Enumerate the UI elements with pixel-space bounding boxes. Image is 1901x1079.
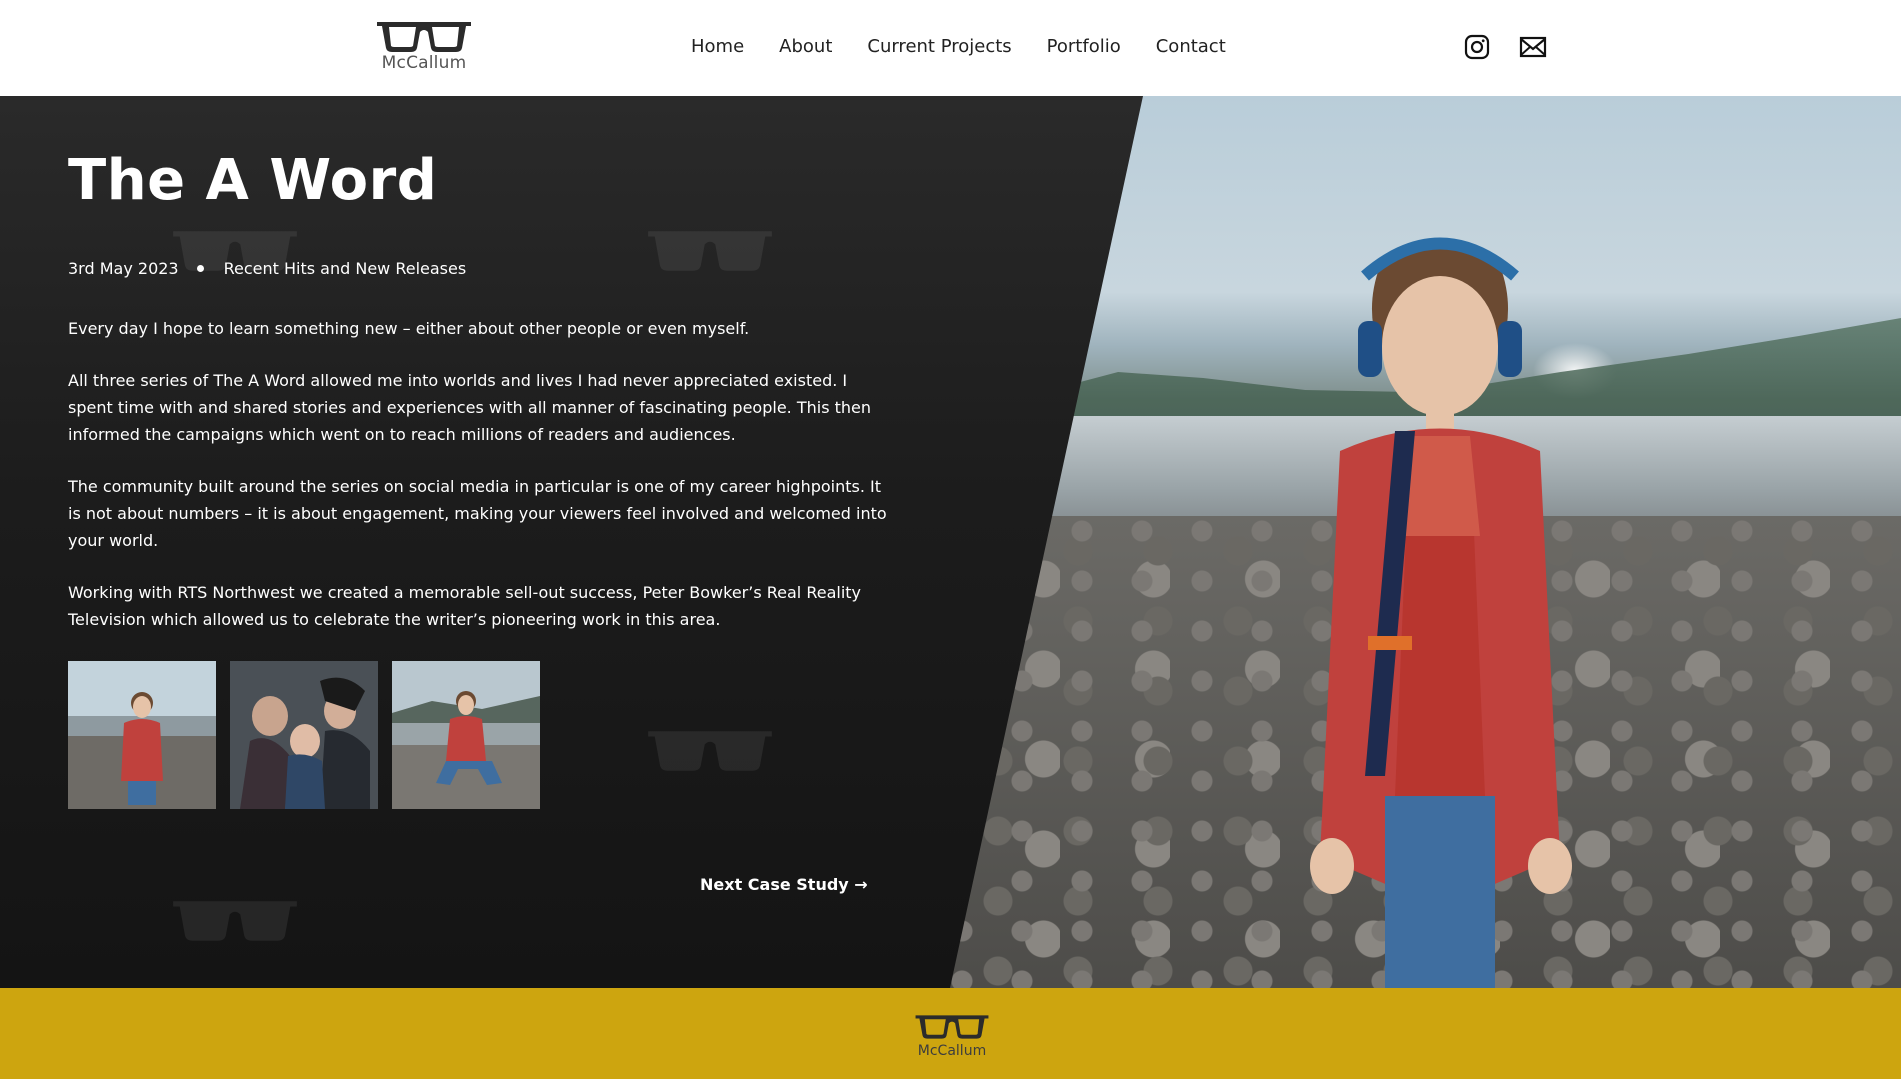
photo-boy-figure xyxy=(1310,237,1572,988)
glasses-watermark-icon xyxy=(173,901,297,941)
article-paragraph: Every day I hope to learn something new … xyxy=(68,319,750,338)
article-body: Every day I hope to learn something new … xyxy=(68,315,888,658)
article-paragraph: All three series of The A Word allowed m… xyxy=(68,371,872,444)
site-header: McCallum Home About Current Projects Por… xyxy=(0,0,1901,96)
mail-icon[interactable] xyxy=(1519,34,1547,62)
glasses-logo-icon xyxy=(915,1015,989,1039)
nav-portfolio[interactable]: Portfolio xyxy=(1047,36,1121,57)
nav-contact[interactable]: Contact xyxy=(1156,36,1226,57)
article-title: The A Word xyxy=(68,148,438,213)
gallery-thumbnails xyxy=(68,661,540,809)
site-logo[interactable]: McCallum xyxy=(374,18,474,78)
nav-home[interactable]: Home xyxy=(691,36,744,57)
article-paragraph: Working with RTS Northwest we created a … xyxy=(68,583,861,629)
gallery-thumbnail-1[interactable] xyxy=(68,661,216,809)
gallery-thumbnail-2[interactable] xyxy=(230,661,378,809)
logo-text: McCallum xyxy=(381,53,467,73)
footer-logo-text: McCallum xyxy=(917,1043,987,1059)
glasses-logo-icon xyxy=(377,22,471,52)
hero-section: The A Word 3rd May 2023 Recent Hits and … xyxy=(0,96,1901,988)
nav-current-projects[interactable]: Current Projects xyxy=(867,36,1011,57)
main-nav: Home About Current Projects Portfolio Co… xyxy=(691,36,1261,57)
article-paragraph: The community built around the series on… xyxy=(68,477,887,550)
next-case-study-link[interactable]: Next Case Study → xyxy=(700,875,868,894)
article-category[interactable]: Recent Hits and New Releases xyxy=(224,259,467,278)
article-meta: 3rd May 2023 Recent Hits and New Release… xyxy=(68,259,466,278)
social-links xyxy=(1464,34,1547,62)
glasses-watermark-icon xyxy=(648,231,772,271)
glasses-watermark-icon xyxy=(648,731,772,771)
article-date: 3rd May 2023 xyxy=(68,259,179,278)
footer-logo[interactable]: McCallum xyxy=(912,1012,992,1059)
meta-separator-dot xyxy=(196,265,204,272)
site-footer: McCallum xyxy=(0,988,1901,1079)
article-panel: The A Word 3rd May 2023 Recent Hits and … xyxy=(0,96,1143,988)
gallery-thumbnail-3[interactable] xyxy=(392,661,540,809)
nav-about[interactable]: About xyxy=(779,36,832,57)
instagram-icon[interactable] xyxy=(1464,34,1492,62)
